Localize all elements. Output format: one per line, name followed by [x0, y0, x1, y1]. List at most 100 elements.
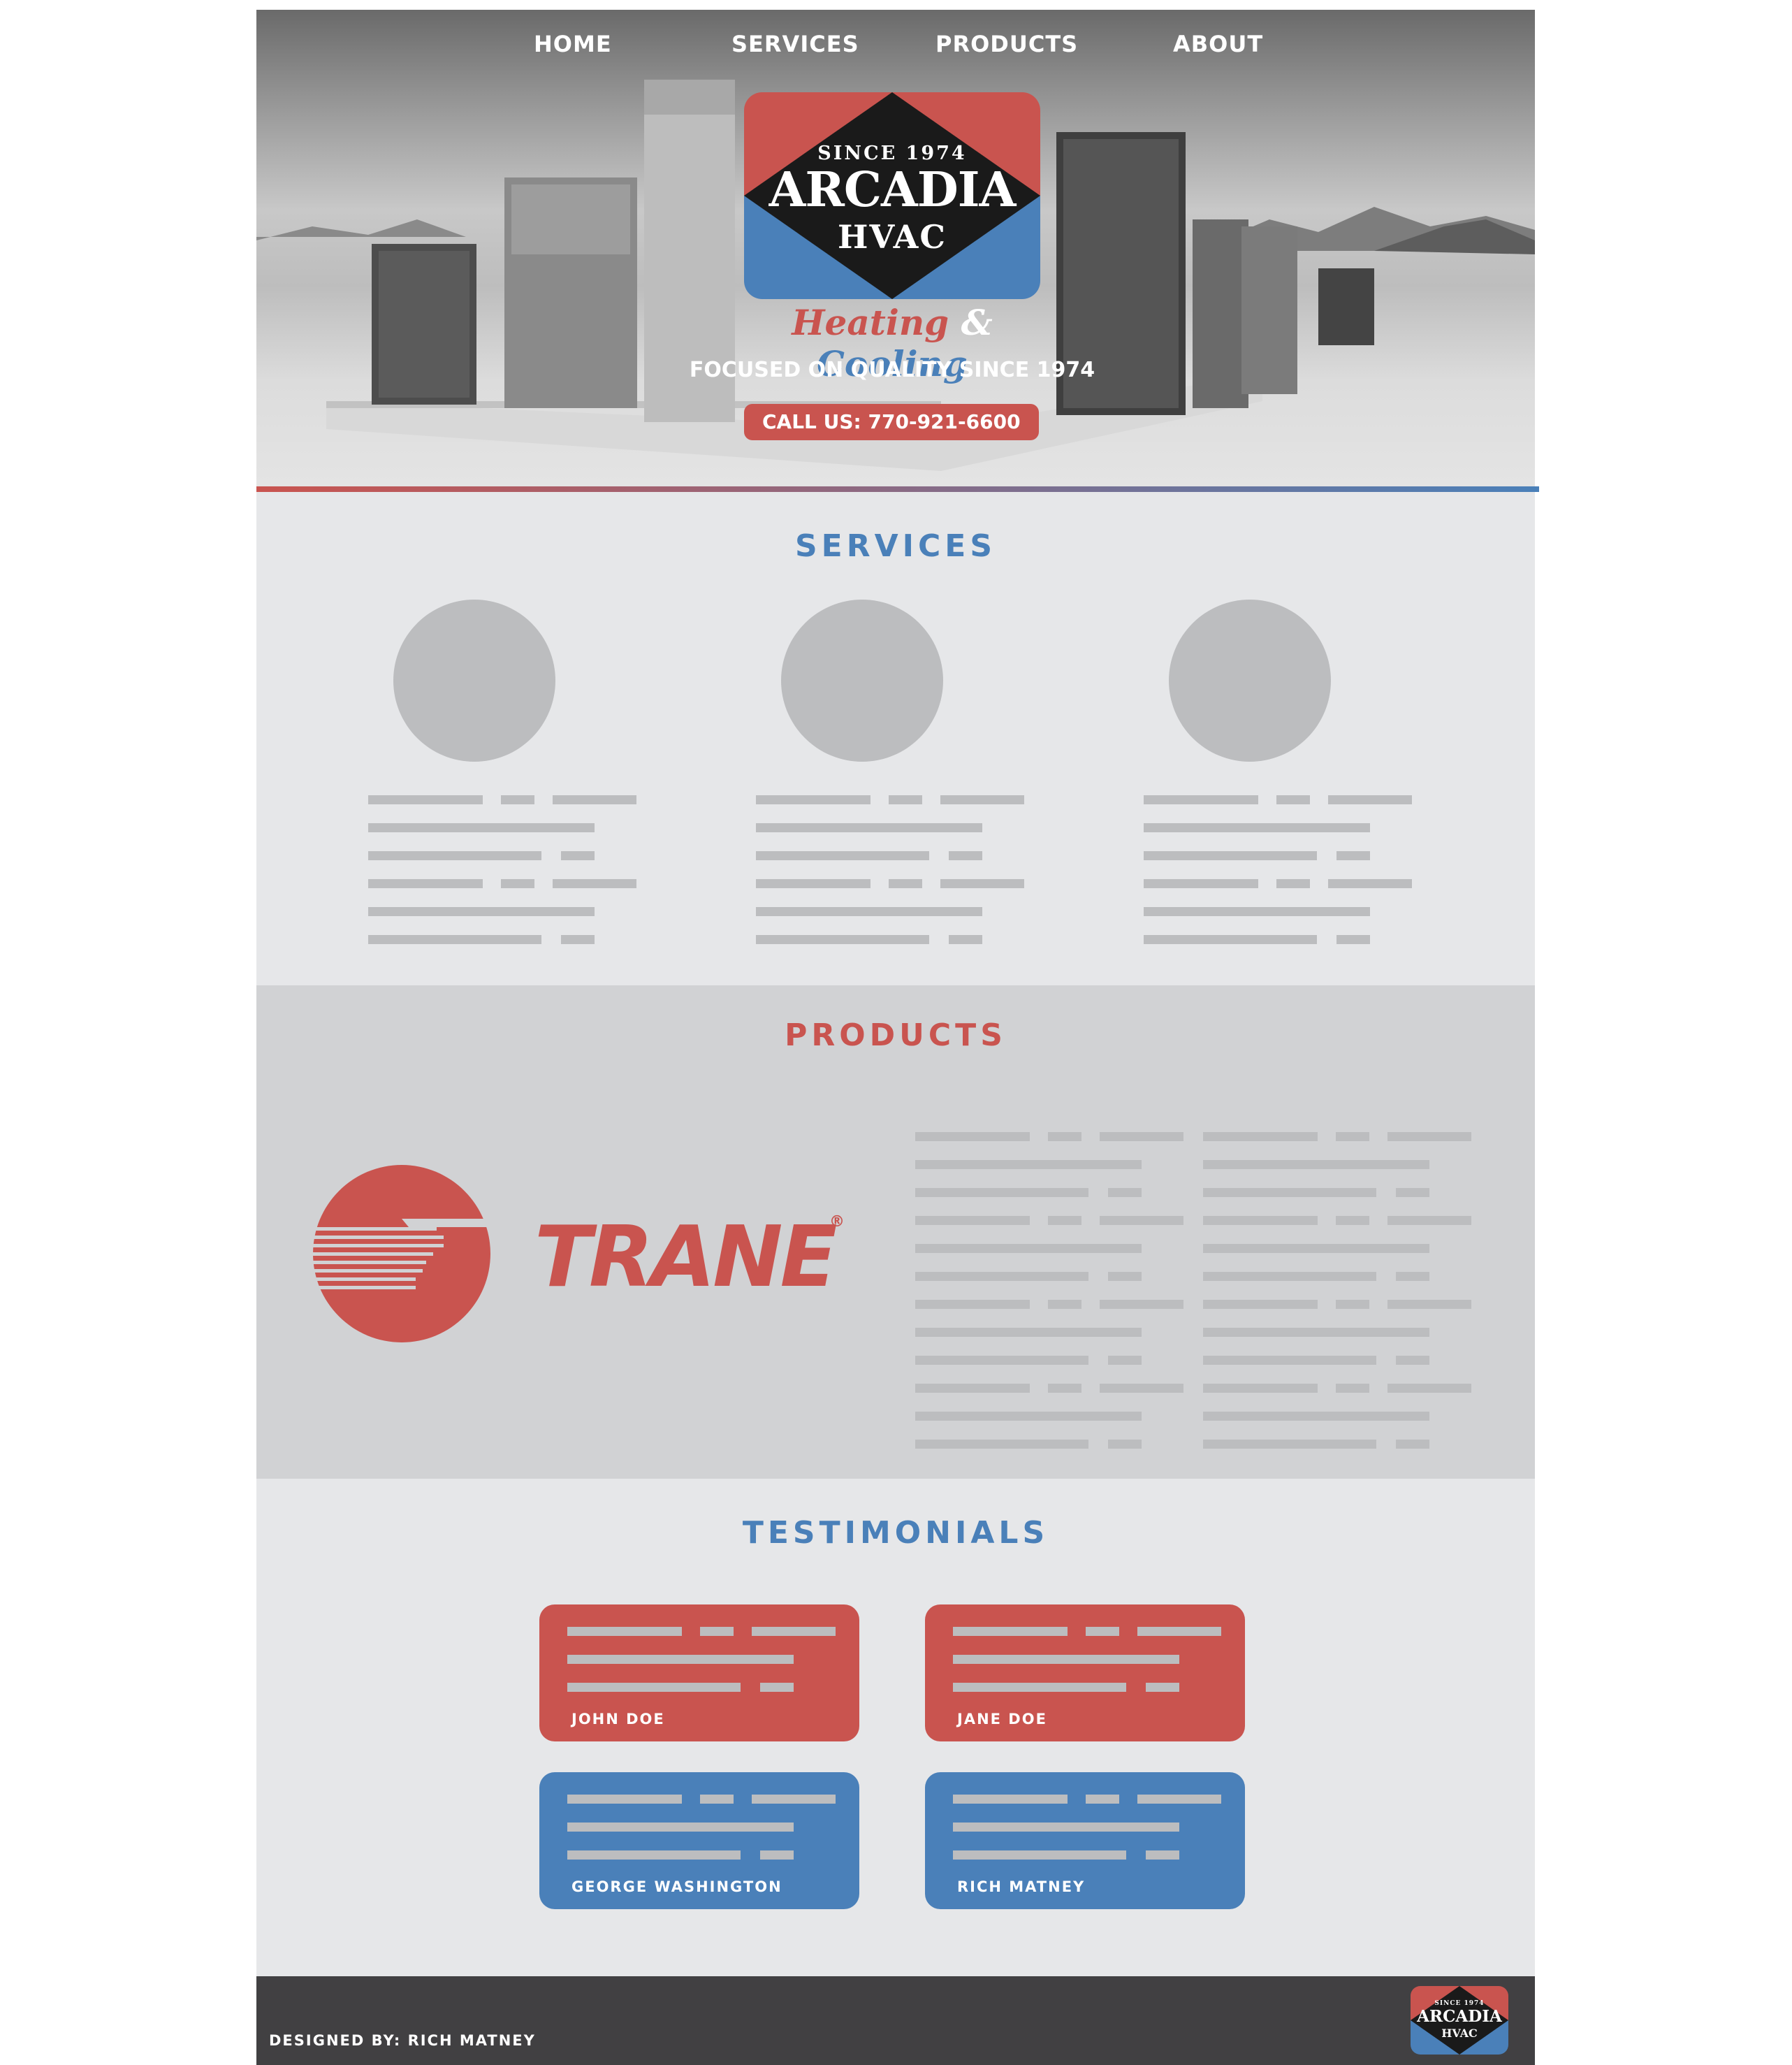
text-placeholder [949, 851, 982, 860]
text-placeholder [1100, 1132, 1183, 1141]
text-placeholder [940, 879, 1024, 888]
text-placeholder [915, 1384, 1030, 1393]
testimonial-card: GEORGE WASHINGTON [539, 1772, 859, 1909]
text-placeholder [756, 935, 929, 944]
text-placeholder [953, 1850, 1126, 1860]
text-placeholder [368, 879, 483, 888]
text-placeholder [915, 1328, 1142, 1337]
logo-hvac: HVAC [838, 218, 947, 256]
text-placeholder [1108, 1272, 1142, 1281]
text-placeholder [1336, 1216, 1369, 1225]
service-image-placeholder [781, 600, 943, 762]
text-placeholder [1387, 1216, 1471, 1225]
text-placeholder [915, 1160, 1142, 1169]
testimonial-card: JOHN DOE [539, 1604, 859, 1741]
text-placeholder [1203, 1328, 1429, 1337]
testimonials-section: TESTIMONIALS JOHN DOE JANE DOE GEORGE WA… [256, 1479, 1535, 1976]
footer-logo-brand: ARCADIA [1417, 2007, 1502, 2026]
text-placeholder [915, 1216, 1030, 1225]
text-placeholder [561, 851, 595, 860]
text-placeholder [1100, 1216, 1183, 1225]
text-placeholder [1137, 1627, 1221, 1636]
nav-about[interactable]: ABOUT [1173, 31, 1263, 57]
text-placeholder [756, 907, 982, 916]
nav-products[interactable]: PRODUCTS [935, 31, 1078, 57]
text-placeholder [1144, 851, 1317, 860]
text-placeholder [1048, 1384, 1081, 1393]
text-placeholder [1146, 1683, 1179, 1692]
text-placeholder [915, 1300, 1030, 1309]
tagline-amp: & [961, 302, 993, 343]
text-placeholder [1048, 1300, 1081, 1309]
text-placeholder [1108, 1188, 1142, 1197]
text-placeholder [1203, 1300, 1318, 1309]
nav-home[interactable]: HOME [534, 31, 612, 57]
text-placeholder [1336, 1300, 1369, 1309]
text-placeholder [1144, 879, 1258, 888]
text-placeholder [1203, 1440, 1376, 1449]
text-placeholder [1387, 1300, 1471, 1309]
footer: DESIGNED BY: RICH MATNEY SINCE 1974 ARCA… [256, 1976, 1535, 2065]
text-placeholder [915, 1272, 1088, 1281]
text-placeholder [1100, 1384, 1183, 1393]
text-placeholder [1203, 1216, 1318, 1225]
text-placeholder [700, 1795, 734, 1804]
text-placeholder [501, 879, 534, 888]
service-image-placeholder [1169, 600, 1331, 762]
testimonial-author: RICH MATNEY [957, 1878, 1086, 1895]
testimonial-author: JANE DOE [957, 1711, 1047, 1727]
focused-tagline: FOCUSED ON QUALITY SINCE 1974 [689, 358, 1095, 382]
testimonial-author: GEORGE WASHINGTON [571, 1878, 782, 1895]
text-placeholder [915, 1356, 1088, 1365]
text-placeholder [1048, 1132, 1081, 1141]
text-placeholder [760, 1850, 794, 1860]
testimonial-card: RICH MATNEY [925, 1772, 1245, 1909]
text-placeholder [1108, 1356, 1142, 1365]
text-placeholder [1108, 1440, 1142, 1449]
text-placeholder [889, 795, 922, 804]
tagline-heating: Heating [792, 302, 949, 343]
text-placeholder [756, 795, 870, 804]
testimonial-author: JOHN DOE [571, 1711, 665, 1727]
text-placeholder [953, 1655, 1179, 1664]
text-placeholder [1137, 1795, 1221, 1804]
trane-wordmark: TRANE [534, 1209, 838, 1306]
text-placeholder [1396, 1272, 1429, 1281]
logo-since: SINCE 1974 [817, 143, 967, 164]
text-placeholder [1086, 1627, 1119, 1636]
text-placeholder [889, 879, 922, 888]
text-placeholder [915, 1244, 1142, 1253]
testimonial-card: JANE DOE [925, 1604, 1245, 1741]
designer-credit: DESIGNED BY: RICH MATNEY [269, 2032, 536, 2049]
text-placeholder [368, 823, 595, 832]
text-placeholder [752, 1627, 836, 1636]
text-placeholder [553, 879, 636, 888]
text-placeholder [1336, 851, 1370, 860]
nav-services[interactable]: SERVICES [731, 31, 859, 57]
text-placeholder [1336, 1132, 1369, 1141]
text-placeholder [953, 1795, 1068, 1804]
text-placeholder [915, 1412, 1142, 1421]
text-placeholder [1276, 795, 1310, 804]
text-placeholder [567, 1655, 794, 1664]
logo-brand: ARCADIA [768, 162, 1017, 218]
text-placeholder [368, 907, 595, 916]
text-placeholder [756, 851, 929, 860]
text-placeholder [501, 795, 534, 804]
hero-banner: HOME SERVICES PRODUCTS ABOUT SINCE 1974 … [256, 10, 1535, 486]
trane-logo-icon [311, 1165, 493, 1342]
service-image-placeholder [393, 600, 555, 762]
text-placeholder [368, 795, 483, 804]
text-placeholder [915, 1132, 1030, 1141]
footer-logo[interactable]: SINCE 1974 ARCADIA HVAC [1411, 1986, 1508, 2055]
text-placeholder [567, 1850, 741, 1860]
text-placeholder [1144, 907, 1370, 916]
text-placeholder [1387, 1132, 1471, 1141]
text-placeholder [953, 1627, 1068, 1636]
text-placeholder [1203, 1188, 1376, 1197]
text-placeholder [1203, 1412, 1429, 1421]
text-placeholder [953, 1823, 1179, 1832]
text-placeholder [756, 879, 870, 888]
text-placeholder [1203, 1356, 1376, 1365]
call-us-button[interactable]: CALL US: 770-921-6600 [744, 404, 1039, 440]
